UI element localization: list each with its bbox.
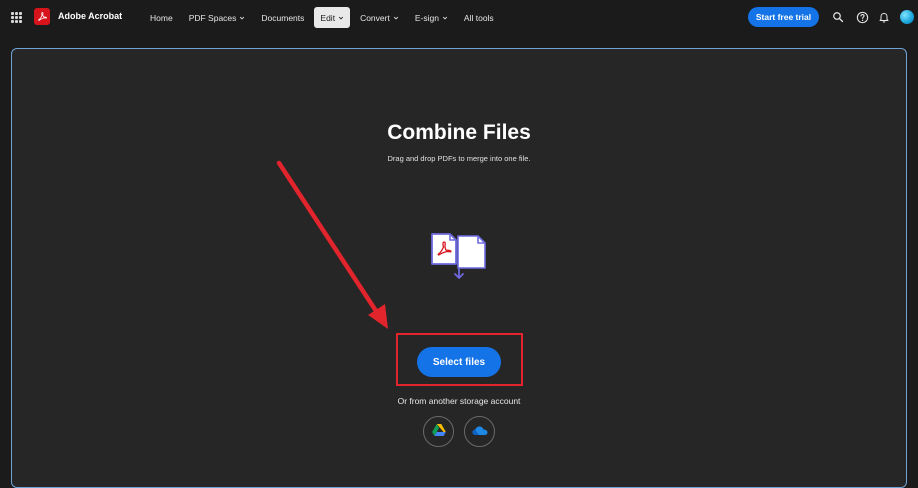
page-title: Combine Files bbox=[387, 121, 531, 144]
nav-item-edit[interactable]: Edit bbox=[314, 7, 351, 28]
user-avatar[interactable] bbox=[900, 10, 914, 24]
nav-item-all-tools[interactable]: All tools bbox=[458, 7, 500, 28]
help-icon[interactable] bbox=[855, 10, 869, 24]
chevron-down-icon bbox=[338, 15, 344, 21]
nav-item-label: Convert bbox=[360, 12, 390, 23]
search-icon[interactable] bbox=[831, 10, 845, 24]
page-subtitle: Drag and drop PDFs to merge into one fil… bbox=[387, 154, 531, 163]
select-files-button[interactable]: Select files bbox=[417, 347, 501, 377]
nav-item-label: PDF Spaces bbox=[188, 12, 237, 23]
start-free-trial-button[interactable]: Start free trial bbox=[748, 7, 819, 27]
nav-item-label: E-sign bbox=[414, 12, 439, 23]
merge-files-icon bbox=[429, 231, 489, 285]
nav-item-label: Edit bbox=[320, 12, 336, 23]
main-nav: Home PDF Spaces Documents Edit Convert E… bbox=[144, 7, 504, 28]
google-drive-icon bbox=[431, 424, 446, 439]
google-drive-button[interactable] bbox=[423, 416, 454, 447]
notification-bell-icon[interactable] bbox=[877, 10, 891, 24]
app-title[interactable]: Adobe Acrobat bbox=[58, 11, 122, 21]
nav-item-e-sign[interactable]: E-sign bbox=[409, 7, 454, 28]
chevron-down-icon bbox=[239, 15, 245, 21]
nav-item-home[interactable]: Home bbox=[144, 7, 179, 28]
nav-item-pdf-spaces[interactable]: PDF Spaces bbox=[183, 7, 252, 28]
nav-item-convert[interactable]: Convert bbox=[354, 7, 405, 28]
nav-item-documents[interactable]: Documents bbox=[255, 7, 310, 28]
nav-item-label: Documents bbox=[261, 12, 305, 23]
chevron-down-icon bbox=[442, 15, 448, 21]
nav-item-label: All tools bbox=[463, 12, 494, 23]
chevron-down-icon bbox=[393, 15, 399, 21]
top-navigation-bar: Adobe Acrobat Home PDF Spaces Documents … bbox=[0, 0, 918, 35]
apps-grid-icon[interactable] bbox=[11, 12, 22, 23]
onedrive-button[interactable] bbox=[464, 416, 495, 447]
onedrive-icon bbox=[472, 424, 488, 439]
acrobat-logo-icon[interactable] bbox=[34, 8, 50, 25]
nav-item-label: Home bbox=[150, 12, 173, 23]
storage-account-label: Or from another storage account bbox=[397, 396, 521, 406]
